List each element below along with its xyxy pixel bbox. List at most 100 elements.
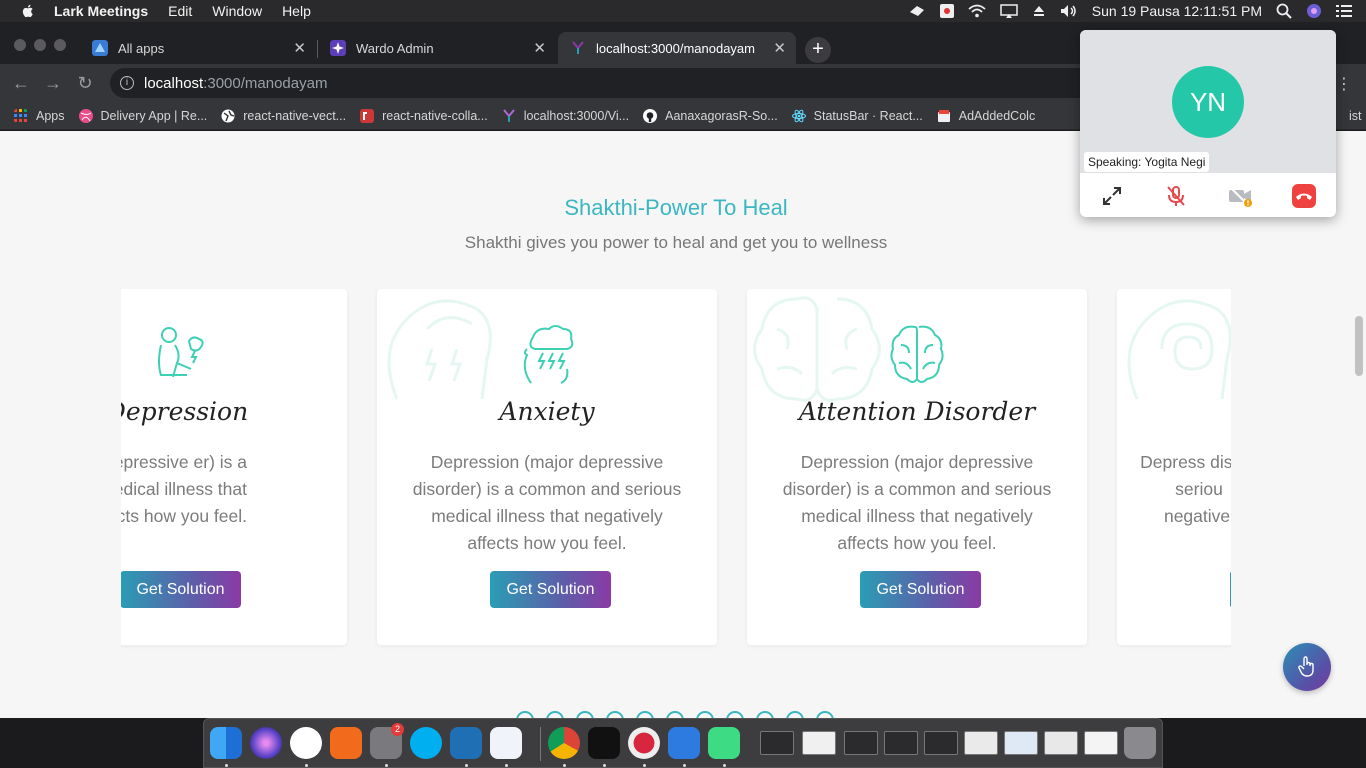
minimized-window-thumbnail[interactable]	[924, 731, 958, 755]
github-icon	[643, 108, 658, 123]
tab-wardo-admin[interactable]: Wardo Admin ✕	[318, 32, 556, 64]
carousel-dot[interactable]	[606, 711, 624, 718]
lark-status-icon[interactable]	[908, 4, 926, 18]
bookmark-react-native-collapsible[interactable]: react-native-colla...	[360, 108, 488, 123]
status-area: Sun 19 Pausa 12:11:51 PM	[908, 0, 1366, 22]
window-controls	[14, 39, 66, 51]
menu-edit[interactable]: Edit	[168, 3, 192, 19]
condition-carousel[interactable]: Depression sion (major depressive er) is…	[121, 289, 1231, 649]
carousel-dot[interactable]	[786, 711, 804, 718]
finder-icon[interactable]	[210, 727, 242, 759]
get-solution-button[interactable]: Get Solution	[121, 571, 241, 608]
bookmark-localhost[interactable]: localhost:3000/Vi...	[502, 109, 629, 123]
browser-menu-icon[interactable]: ⋮	[1336, 74, 1352, 94]
minimize-window-button[interactable]	[34, 39, 46, 51]
bookmark-statusbar[interactable]: StatusBar · React...	[791, 109, 923, 123]
chrome-icon[interactable]	[548, 727, 580, 759]
running-indicator	[505, 764, 508, 767]
carousel-dot[interactable]	[726, 711, 744, 718]
speaking-indicator: Speaking: Yogita Negi	[1084, 152, 1210, 172]
siri-icon[interactable]	[250, 727, 282, 759]
bookmark-label: localhost:3000/Vi...	[523, 108, 630, 123]
floating-action-button[interactable]	[1283, 643, 1331, 691]
carousel-dot[interactable]	[576, 711, 594, 718]
minimized-window-thumbnail[interactable]	[884, 731, 918, 755]
menu-app-name[interactable]: Lark Meetings	[54, 3, 148, 19]
microphone-muted-icon[interactable]	[1164, 184, 1188, 208]
new-tab-button[interactable]: +	[805, 37, 831, 63]
terminal-icon[interactable]	[588, 727, 620, 759]
meeting-window[interactable]: YN Speaking: Yogita Negi	[1080, 30, 1336, 217]
page-scrollbar[interactable]	[1355, 316, 1363, 376]
background-maze-head-icon	[1127, 299, 1231, 400]
trash-icon[interactable]	[1124, 727, 1156, 759]
end-call-icon[interactable]	[1292, 184, 1316, 208]
get-solution-button[interactable]: Get Solution	[860, 571, 981, 608]
minimized-window-thumbnail[interactable]	[844, 731, 878, 755]
back-arrow-icon[interactable]: ←	[12, 74, 30, 92]
skype-icon[interactable]	[410, 727, 442, 759]
lark-icon[interactable]	[490, 727, 522, 759]
running-indicator	[465, 764, 468, 767]
screen-recorder-icon[interactable]	[628, 727, 660, 759]
localhost-favicon-icon	[572, 41, 584, 54]
eject-icon[interactable]	[1032, 4, 1046, 18]
clock[interactable]: Sun 19 Pausa 12:11:51 PM	[1092, 3, 1262, 19]
carousel-dot[interactable]	[666, 711, 684, 718]
carousel-dot[interactable]	[636, 711, 654, 718]
tab-manodayam[interactable]: localhost:3000/manodayam ✕	[558, 32, 796, 64]
sketch-pencil-icon[interactable]	[330, 727, 362, 759]
carousel-dot[interactable]	[546, 711, 564, 718]
menu-help[interactable]: Help	[282, 3, 311, 19]
carousel-dot[interactable]	[516, 711, 534, 718]
android-studio-icon[interactable]	[708, 727, 740, 759]
spotlight-icon[interactable]	[1276, 3, 1292, 19]
card-attention-disorder: Attention Disorder Depression (major dep…	[747, 289, 1087, 645]
expand-icon[interactable]	[1100, 184, 1124, 208]
xcode-instruments-icon[interactable]	[290, 727, 322, 759]
wifi-icon[interactable]	[968, 4, 986, 18]
card-anxiety: Anxiety Depression (major depressive dis…	[377, 289, 717, 645]
get-solution-button[interactable]: Get Solution	[490, 571, 611, 608]
menu-window[interactable]: Window	[212, 3, 262, 19]
bookmark-github[interactable]: AanaxagorasR-So...	[643, 108, 778, 123]
tab-all-apps[interactable]: All apps ✕	[80, 32, 316, 64]
record-status-icon[interactable]	[939, 4, 954, 18]
bookmark-reading-list[interactable]: ist	[1349, 109, 1362, 123]
minimized-window-thumbnail[interactable]	[802, 731, 836, 755]
close-tab-icon[interactable]: ✕	[773, 39, 786, 57]
camera-off-icon[interactable]	[1228, 184, 1252, 208]
minimized-window-thumbnail[interactable]	[964, 731, 998, 755]
airplay-icon[interactable]	[1000, 4, 1018, 18]
notification-center-icon[interactable]	[1336, 4, 1352, 18]
zoom-window-button[interactable]	[54, 39, 66, 51]
minimized-window-thumbnail[interactable]	[1044, 731, 1078, 755]
card-title: Attention Disorder	[798, 397, 1036, 426]
minimized-window-thumbnail[interactable]	[760, 731, 794, 755]
close-tab-icon[interactable]: ✕	[533, 39, 546, 57]
mail-icon[interactable]	[668, 727, 700, 759]
minimized-window-thumbnail[interactable]	[1084, 731, 1118, 755]
carousel-dot[interactable]	[696, 711, 714, 718]
vscode-icon[interactable]	[450, 727, 482, 759]
bookmark-react-native-vector[interactable]: react-native-vect...	[221, 109, 346, 123]
bookmark-apps[interactable]: Apps	[14, 108, 65, 123]
bookmark-label: Apps	[36, 108, 65, 123]
forward-arrow-icon[interactable]: →	[44, 74, 62, 92]
carousel-dot[interactable]	[816, 711, 834, 718]
close-window-button[interactable]	[14, 39, 26, 51]
minimized-window-thumbnail[interactable]	[1004, 731, 1038, 755]
close-tab-icon[interactable]: ✕	[293, 39, 306, 57]
siri-icon[interactable]	[1306, 3, 1322, 19]
bookmark-delivery-app[interactable]: Delivery App | Re...	[78, 108, 207, 123]
carousel-dot[interactable]	[756, 711, 774, 718]
get-solution-button[interactable]	[1230, 571, 1231, 608]
volume-icon[interactable]	[1060, 4, 1078, 18]
bookmark-label: ist	[1349, 108, 1362, 123]
reload-icon[interactable]: ↻	[76, 74, 94, 92]
site-info-icon[interactable]: i	[120, 76, 134, 90]
apple-icon[interactable]	[20, 3, 36, 19]
bookmark-adaddedcolc[interactable]: AdAddedColc	[937, 109, 1035, 123]
running-indicator	[643, 764, 646, 767]
running-indicator	[563, 764, 566, 767]
